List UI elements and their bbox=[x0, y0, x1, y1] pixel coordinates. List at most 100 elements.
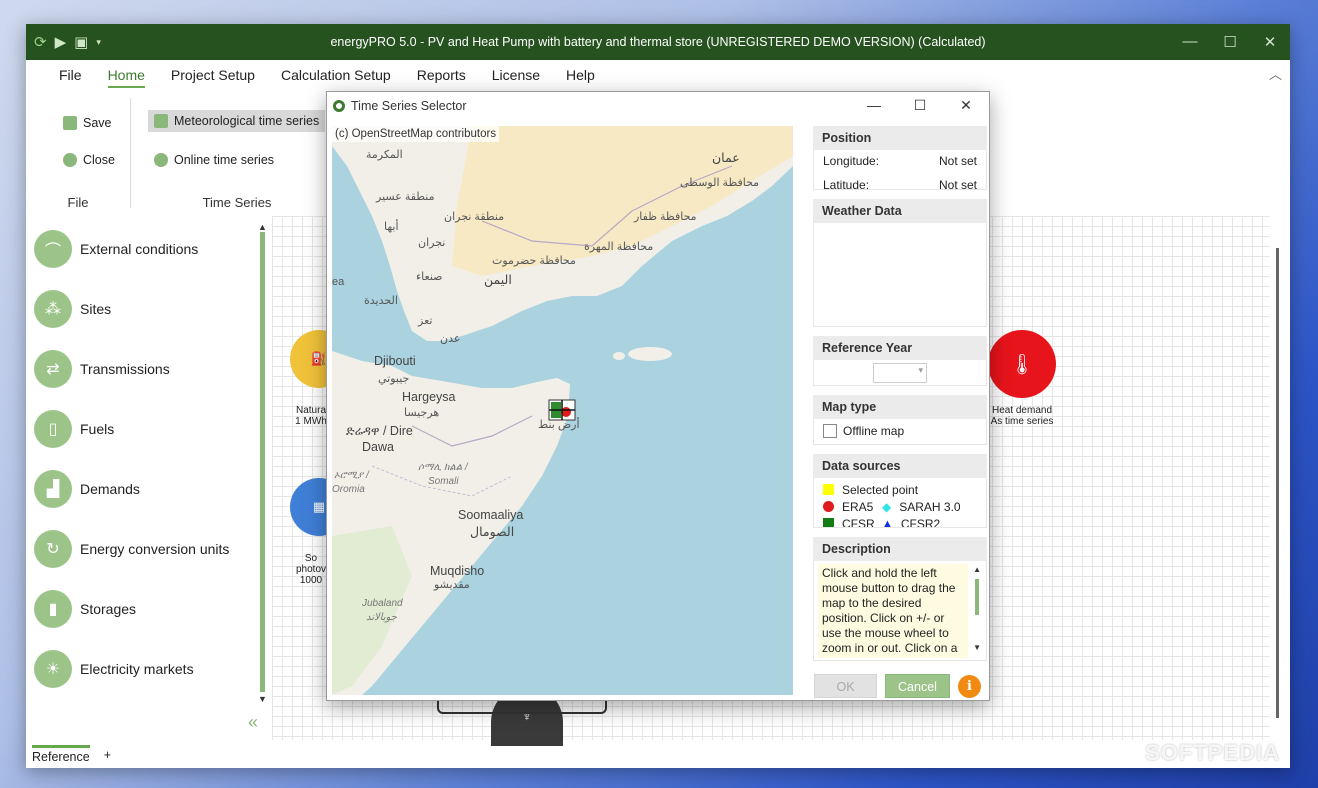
map-view[interactable]: (c) OpenStreetMap contributors عمان محاف… bbox=[332, 126, 793, 695]
reference-year-section bbox=[813, 360, 987, 386]
dialog-close-button[interactable]: ✕ bbox=[943, 92, 989, 119]
save-disk-icon[interactable]: ▣ bbox=[74, 33, 88, 51]
solar-panel-icon: ▦ bbox=[312, 499, 326, 514]
sidebar-item-demands[interactable]: ▟ Demands bbox=[34, 470, 140, 508]
longitude-label: Longitude: bbox=[823, 154, 880, 168]
longitude-value: Not set bbox=[938, 154, 977, 168]
sidebar-item-transmissions[interactable]: ⇄ Transmissions bbox=[34, 350, 170, 388]
sarah-legend: ◆ bbox=[882, 499, 892, 514]
sidebar-item-external-conditions[interactable]: ⌒ External conditions bbox=[34, 230, 198, 268]
refresh-icon[interactable]: ⟳ bbox=[34, 33, 47, 51]
app-logo-icon bbox=[333, 99, 345, 112]
ribbon: Save Close File Meteorological time seri… bbox=[26, 90, 326, 210]
bar-chart-icon: ▟ bbox=[34, 470, 72, 508]
info-button[interactable]: i bbox=[958, 675, 981, 698]
description-scrollbar[interactable] bbox=[975, 579, 979, 615]
conversion-icon: ↻ bbox=[34, 530, 72, 568]
dialog-title-bar: Time Series Selector — ☐ ✕ bbox=[327, 92, 989, 119]
socotra-island bbox=[628, 347, 672, 361]
fuel-pump-icon: ▯ bbox=[34, 410, 72, 448]
collapse-sidebar-icon[interactable]: « bbox=[248, 712, 258, 733]
description-text: Click and hold the left mouse button to … bbox=[818, 564, 968, 658]
selected-point-legend bbox=[823, 484, 834, 495]
sidebar-scroll-up-icon[interactable]: ▲ bbox=[258, 222, 267, 232]
meteo-icon bbox=[154, 114, 168, 128]
sidebar-item-energy-conversion-units[interactable]: ↻ Energy conversion units bbox=[34, 530, 229, 568]
latitude-value: Not set bbox=[938, 178, 977, 192]
map-type-header: Map type bbox=[813, 395, 987, 419]
sidebar-item-electricity-markets[interactable]: ☀ Electricity markets bbox=[34, 650, 194, 688]
save-icon bbox=[63, 116, 77, 130]
save-button[interactable]: Save bbox=[63, 116, 112, 130]
dialog-minimize-button[interactable]: — bbox=[851, 92, 897, 119]
window-title: energyPRO 5.0 - PV and Heat Pump with ba… bbox=[330, 35, 986, 49]
description-header: Description bbox=[813, 537, 987, 561]
offline-map-checkbox[interactable] bbox=[823, 423, 837, 438]
collapse-ribbon-icon[interactable]: ︿ bbox=[1269, 64, 1282, 83]
sidebar-scrollbar[interactable] bbox=[260, 232, 265, 692]
weather-data-header: Weather Data bbox=[813, 199, 987, 223]
minimize-button[interactable]: — bbox=[1170, 33, 1210, 51]
sidebar-scroll-down-icon[interactable]: ▼ bbox=[258, 694, 267, 704]
tab-reference[interactable]: Reference bbox=[32, 745, 90, 764]
sites-icon: ⁂ bbox=[34, 290, 72, 328]
cancel-button[interactable]: Cancel bbox=[885, 674, 950, 698]
latitude-label: Latitude: bbox=[823, 178, 870, 192]
globe-icon bbox=[154, 153, 168, 167]
title-bar: ⟳ ▶ ▣ ▾ energyPRO 5.0 - PV and Heat Pump… bbox=[26, 24, 1290, 60]
play-icon[interactable]: ▶ bbox=[55, 33, 67, 51]
time-series-group-label: Time Series bbox=[202, 195, 272, 210]
file-group: Save Close File bbox=[26, 90, 130, 210]
add-tab-button[interactable]: + bbox=[104, 748, 111, 762]
ok-button[interactable]: OK bbox=[814, 674, 877, 698]
time-series-selector-dialog: Time Series Selector — ☐ ✕ (c) OpenStree… bbox=[326, 91, 990, 701]
close-button[interactable]: Close bbox=[63, 153, 115, 167]
time-series-group: Meteorological time series Online time s… bbox=[134, 90, 340, 210]
thermometer-icon: 🌡 bbox=[1009, 353, 1035, 376]
reference-year-select[interactable] bbox=[873, 363, 927, 383]
battery-icon: ▮ bbox=[34, 590, 72, 628]
sidebar: ⌒ External conditions ⁂ Sites ⇄ Transmissio… bbox=[26, 220, 270, 740]
heat-demand-node[interactable]: 🌡 bbox=[988, 330, 1056, 398]
watermark: SOFTPEDIA bbox=[1145, 740, 1280, 765]
sidebar-item-storages[interactable]: ▮ Storages bbox=[34, 590, 136, 628]
dialog-maximize-button[interactable]: ☐ bbox=[897, 92, 943, 119]
dropdown-arrow-icon[interactable]: ▾ bbox=[96, 37, 101, 48]
menu-home[interactable]: Home bbox=[95, 60, 158, 90]
close-window-button[interactable]: ✕ bbox=[1250, 33, 1290, 51]
position-section: Longitude: Not set Latitude: Not set bbox=[813, 150, 987, 192]
maximize-button[interactable]: ☐ bbox=[1210, 33, 1250, 51]
reference-year-header: Reference Year bbox=[813, 336, 987, 360]
online-time-series-button[interactable]: Online time series bbox=[154, 153, 274, 167]
menu-reports[interactable]: Reports bbox=[404, 60, 479, 90]
menu-help[interactable]: Help bbox=[553, 60, 608, 90]
description-section: Click and hold the left mouse button to … bbox=[813, 561, 987, 661]
canvas-scrollbar[interactable] bbox=[1276, 248, 1279, 718]
side-panel: Position Longitude: Not set Latitude: Not … bbox=[813, 126, 987, 661]
ribbon-separator bbox=[130, 98, 131, 208]
offline-map-label: Offline map bbox=[843, 423, 905, 438]
chart-curve-icon: ⌒ bbox=[34, 230, 72, 268]
menu-project-setup[interactable]: Project Setup bbox=[158, 60, 268, 90]
weather-data-section bbox=[813, 223, 987, 327]
description-scroll-down-icon[interactable]: ▼ bbox=[973, 643, 981, 652]
description-scroll-up-icon[interactable]: ▲ bbox=[973, 565, 981, 574]
cfsr2-legend: ▲ bbox=[882, 517, 893, 528]
lightbulb-icon: ☀ bbox=[34, 650, 72, 688]
sidebar-item-sites[interactable]: ⁂ Sites bbox=[34, 290, 111, 328]
arrows-icon: ⇄ bbox=[34, 350, 72, 388]
close-circle-icon bbox=[63, 153, 77, 167]
map-attribution: (c) OpenStreetMap contributors bbox=[332, 126, 500, 142]
menu-file[interactable]: File bbox=[46, 60, 95, 90]
dialog-title: Time Series Selector bbox=[351, 98, 467, 113]
menu-license[interactable]: License bbox=[479, 60, 553, 90]
era5-legend bbox=[823, 501, 834, 512]
sidebar-item-fuels[interactable]: ▯ Fuels bbox=[34, 410, 114, 448]
bottom-tabs: Reference + bbox=[32, 745, 111, 764]
move-cursor-icon bbox=[548, 399, 576, 421]
meteorological-time-series-button[interactable]: Meteorological time series bbox=[148, 110, 326, 132]
position-header: Position bbox=[813, 126, 987, 150]
fuel-icon: ⛽ bbox=[310, 351, 328, 366]
menu-calculation-setup[interactable]: Calculation Setup bbox=[268, 60, 404, 90]
file-group-label: File bbox=[67, 195, 89, 210]
